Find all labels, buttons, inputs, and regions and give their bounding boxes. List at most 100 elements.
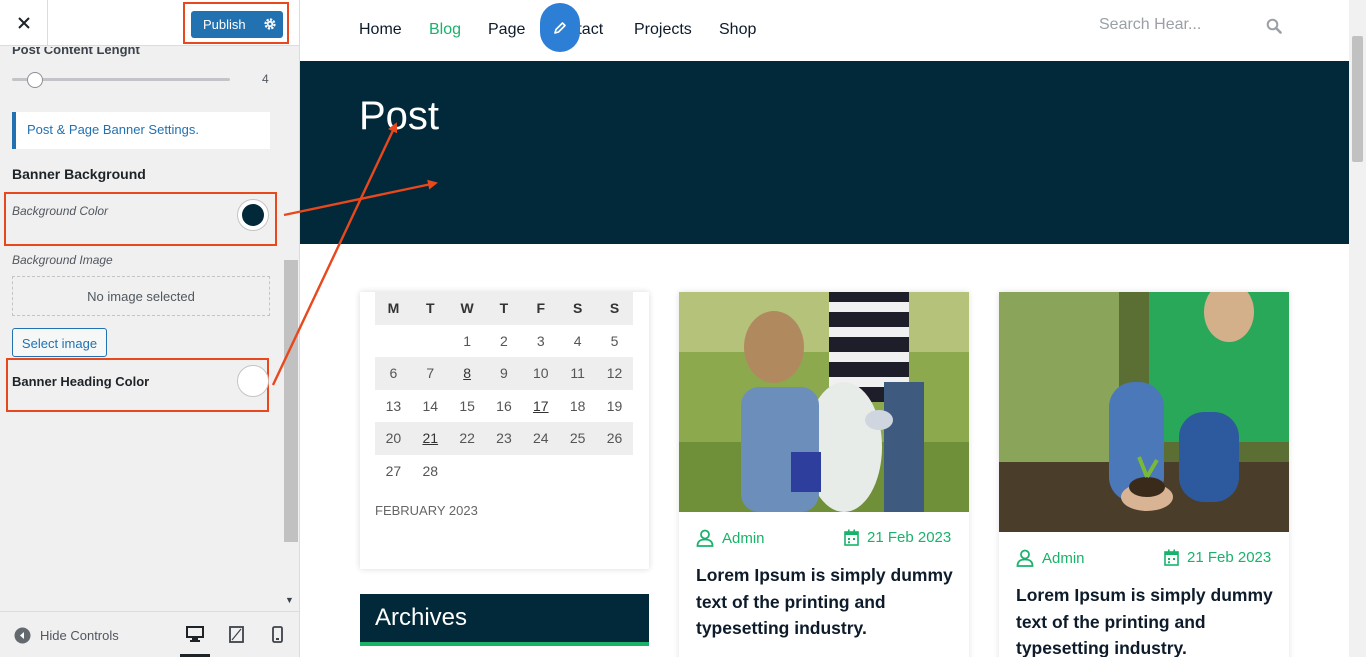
calendar-widget: M T W T F S S 1 2 3 4 5 6 7 8 9 10 11 12 13 14 15 16 17 18 19 20 21…	[360, 292, 649, 569]
calendar-day	[522, 455, 559, 488]
nav-item-projects[interactable]: Projects	[634, 21, 692, 39]
post-image-volunteer-planting[interactable]	[999, 292, 1289, 532]
close-customizer-button[interactable]	[0, 0, 48, 46]
gear-icon[interactable]	[263, 17, 277, 31]
calendar-day: 20	[385, 430, 402, 446]
calendar-caption: FEBRUARY 2023	[375, 503, 478, 518]
background-color-fill	[242, 204, 264, 226]
archives-widget: Archives	[360, 594, 649, 657]
post-title[interactable]: Lorem Ipsum is simply dummy text of the …	[696, 562, 961, 642]
hide-controls-label: Hide Controls	[40, 628, 119, 643]
post-card: Admin 21 Feb 2023 Lorem Ipsum is simply …	[999, 292, 1289, 657]
calendar-day: 6	[389, 365, 398, 381]
calendar-day: 15	[459, 397, 475, 414]
calendar-day: 5	[610, 332, 619, 349]
background-image-placeholder: No image selected	[12, 276, 270, 316]
calendar-week-row: 20 21 22 23 24 25 26	[375, 422, 633, 455]
post-author-name: Admin	[722, 529, 765, 547]
calendar-day-header: T	[425, 300, 435, 316]
site-preview: Home Blog Page Contact Projects Shop Sea…	[300, 0, 1349, 657]
site-nav: Home Blog Page Contact Projects Shop Sea…	[300, 0, 1349, 62]
post-author-name: Admin	[1042, 549, 1085, 567]
nav-item-shop[interactable]: Shop	[719, 21, 756, 39]
panel-scrollbar[interactable]	[284, 260, 298, 542]
calendar-day-link[interactable]: 21	[412, 422, 449, 455]
post-author[interactable]: Admin	[1016, 549, 1085, 567]
calendar-day: 4	[573, 332, 582, 349]
calendar-day: 23	[496, 430, 512, 446]
nav-item-home[interactable]: Home	[359, 21, 402, 39]
publish-highlight-box: Publish	[183, 2, 289, 44]
calendar-day: 22	[459, 430, 475, 446]
calendar-day: 2	[500, 332, 508, 349]
background-color-highlight-box	[4, 192, 277, 246]
calendar-day-header: T	[499, 300, 509, 316]
post-date[interactable]: 21 Feb 2023	[844, 529, 951, 546]
user-icon	[1016, 549, 1034, 567]
page-banner: Post	[300, 61, 1349, 244]
calendar-week-row: 1 2 3 4 5	[375, 325, 633, 358]
calendar-day: 12	[606, 365, 623, 381]
calendar-day	[559, 455, 596, 488]
background-image-label: Background Image	[12, 253, 113, 267]
tablet-icon[interactable]	[229, 626, 244, 643]
nav-item-page[interactable]: Page	[488, 21, 525, 39]
post-author[interactable]: Admin	[696, 529, 765, 547]
search-icon[interactable]	[1266, 18, 1282, 34]
preview-scrollbar-thumb[interactable]	[1352, 36, 1363, 162]
calendar-day: 3	[536, 332, 545, 349]
calendar-day	[596, 455, 633, 488]
banner-heading-color-label: Banner Heading Color	[12, 374, 150, 389]
banner-heading-color-swatch[interactable]	[237, 365, 269, 397]
calendar-week-row: 27 28	[375, 455, 633, 488]
desktop-icon[interactable]	[186, 626, 204, 642]
post-image-volunteer-child[interactable]	[679, 292, 969, 512]
collapse-icon	[14, 627, 31, 644]
calendar-day: 16	[496, 397, 512, 414]
calendar-day: 10	[533, 365, 549, 381]
calendar-day-link[interactable]: 8	[449, 357, 486, 390]
panel-header: Publish	[0, 0, 299, 46]
post-date-text: 21 Feb 2023	[1187, 549, 1272, 566]
calendar-day: 7	[426, 365, 435, 381]
calendar-day: 27	[385, 462, 402, 479]
preview-scrollbar[interactable]	[1349, 0, 1366, 657]
archives-title: Archives	[360, 594, 649, 646]
background-color-swatch[interactable]	[237, 199, 269, 231]
mobile-icon[interactable]	[272, 626, 283, 643]
panel-body: Post Content Lenght 4 Post & Page Banner…	[0, 47, 299, 610]
calendar-icon	[1164, 549, 1179, 566]
calendar-day: 14	[422, 397, 439, 414]
banner-title: Post	[359, 94, 440, 138]
select-image-button[interactable]: Select image	[12, 328, 107, 357]
slider-thumb[interactable]	[27, 72, 44, 88]
calendar-day-header: F	[536, 300, 546, 316]
pencil-icon	[554, 21, 566, 34]
calendar-day	[412, 325, 449, 358]
calendar-day-link[interactable]: 17	[522, 390, 559, 423]
nav-item-blog[interactable]: Blog	[429, 21, 461, 39]
calendar-week-row: 6 7 8 9 10 11 12	[375, 357, 633, 390]
search-input[interactable]: Search Hear...	[1099, 16, 1284, 38]
slider-value: 4	[262, 72, 269, 86]
calendar-day-header: S	[572, 300, 583, 316]
panel-footer: Hide Controls	[0, 611, 299, 657]
user-icon	[696, 529, 714, 547]
calendar-day	[375, 325, 412, 358]
post-content-length-label: Post Content Lenght	[12, 47, 140, 57]
section-title: Post & Page Banner Settings.	[12, 112, 270, 149]
calendar-day: 19	[606, 397, 623, 414]
scroll-down-icon[interactable]: ▼	[285, 595, 294, 605]
calendar-day: 28	[422, 462, 439, 479]
post-title[interactable]: Lorem Ipsum is simply dummy text of the …	[1016, 582, 1281, 657]
calendar-day-header: S	[609, 300, 620, 316]
close-icon	[17, 17, 30, 29]
post-content-length-slider[interactable]	[12, 78, 230, 81]
post-date[interactable]: 21 Feb 2023	[1164, 549, 1271, 566]
hide-controls-button[interactable]: Hide Controls	[14, 627, 119, 644]
calendar-day	[449, 455, 486, 488]
post-date-text: 21 Feb 2023	[867, 529, 952, 546]
edit-shortcut-button[interactable]	[540, 3, 580, 52]
publish-button[interactable]: Publish	[191, 11, 283, 38]
calendar-day: 11	[570, 365, 585, 381]
